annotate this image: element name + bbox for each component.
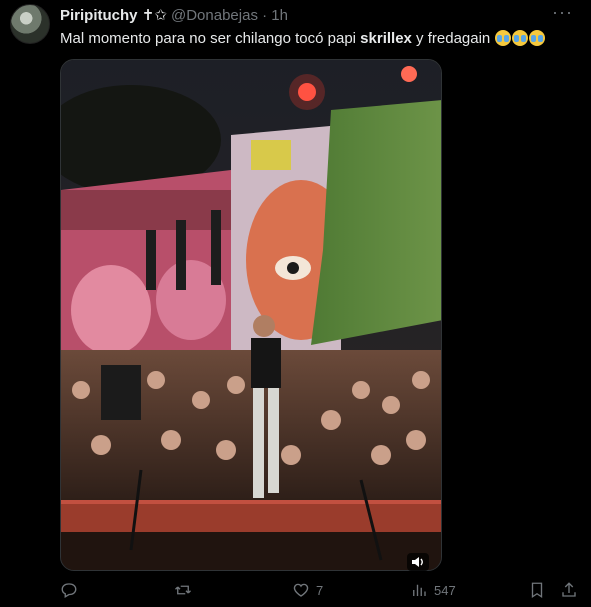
profile-badges: ✝✩: [141, 7, 167, 24]
share-icon: [562, 582, 576, 597]
tweet-text-bold: skrillex: [360, 30, 412, 47]
reply-button[interactable]: [60, 581, 84, 599]
timestamp[interactable]: 1h: [271, 7, 288, 24]
crying-emoji-icon: [529, 30, 546, 46]
repost-button[interactable]: [174, 581, 198, 599]
reply-icon: [61, 583, 77, 598]
repost-icon: [175, 585, 191, 595]
tweet-text-start: Mal momento para no ser chilango tocó pa…: [60, 30, 361, 47]
action-bar: 7 547: [60, 578, 580, 602]
handle[interactable]: @Donabejas: [171, 7, 258, 24]
views-icon: [413, 584, 426, 596]
avatar[interactable]: [10, 4, 50, 44]
tweet-text-end: y fredagain: [411, 30, 491, 47]
tweet-header: Piripituchy ✝✩ @Donabejas · 1h: [60, 6, 288, 24]
separator: ·: [262, 7, 268, 24]
crying-emoji-icon: [512, 30, 529, 46]
bookmark-icon: [531, 582, 543, 599]
display-name[interactable]: Piripituchy: [60, 7, 138, 24]
share-button[interactable]: [560, 581, 578, 599]
views-button[interactable]: 547: [410, 581, 456, 599]
video-frame: [61, 60, 441, 570]
speaker-icon: [412, 557, 423, 567]
heart-icon: [293, 583, 309, 597]
like-button[interactable]: 7: [292, 581, 323, 599]
more-options-icon[interactable]: ···: [552, 2, 573, 23]
like-count: 7: [316, 582, 324, 598]
tweet-text: Mal momento para no ser chilango tocó pa…: [60, 29, 546, 49]
sound-toggle[interactable]: [407, 553, 429, 571]
crying-emoji-icon: [495, 30, 512, 46]
bookmark-button[interactable]: [528, 581, 546, 599]
video-player[interactable]: [60, 59, 442, 571]
views-count: 547: [434, 582, 456, 598]
